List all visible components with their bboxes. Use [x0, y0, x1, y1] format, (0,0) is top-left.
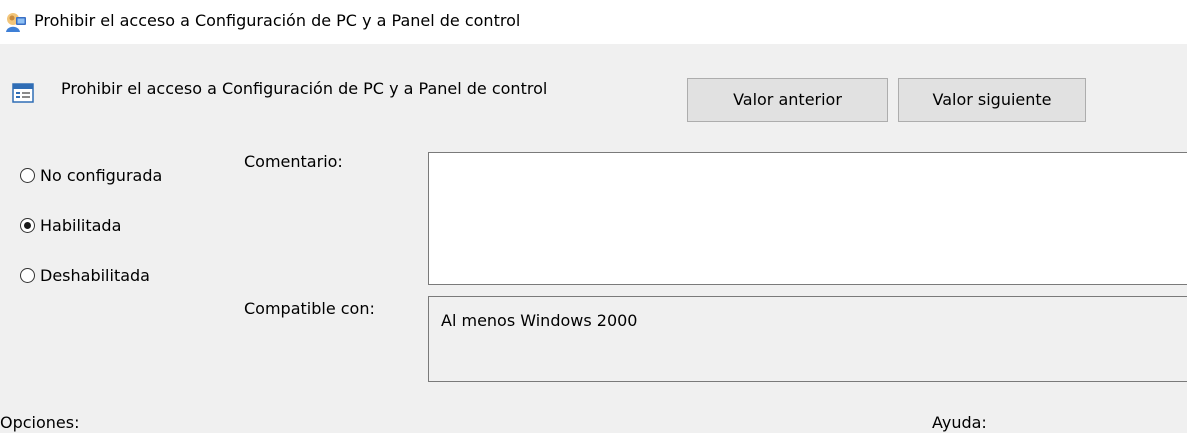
radio-label: Deshabilitada: [40, 265, 150, 285]
compatibility-value: Al menos Windows 2000: [441, 311, 638, 330]
radio-enabled[interactable]: Habilitada: [20, 213, 121, 237]
group-policy-editor-icon: [6, 13, 26, 32]
help-label: Ayuda:: [932, 413, 987, 432]
radio-disabled[interactable]: Deshabilitada: [20, 263, 150, 287]
next-setting-button[interactable]: Valor siguiente: [898, 78, 1086, 122]
window-title: Prohibir el acceso a Configuración de PC…: [34, 11, 521, 30]
compatibility-label: Compatible con:: [244, 299, 375, 318]
title-bar: Prohibir el acceso a Configuración de PC…: [0, 0, 1187, 44]
comment-label: Comentario:: [244, 152, 343, 171]
policy-name: Prohibir el acceso a Configuración de PC…: [61, 79, 548, 98]
radio-label: No configurada: [40, 165, 163, 185]
radio-circle[interactable]: [20, 217, 35, 233]
options-label: Opciones:: [0, 413, 80, 432]
previous-setting-button[interactable]: Valor anterior: [687, 78, 888, 122]
radio-not-configured[interactable]: No configurada: [20, 163, 162, 187]
radio-circle[interactable]: [20, 167, 35, 183]
compatibility-field: Al menos Windows 2000: [428, 296, 1187, 382]
radio-circle[interactable]: [20, 267, 35, 283]
policy-setting-icon: [12, 83, 34, 103]
comment-field[interactable]: [428, 152, 1187, 285]
radio-label: Habilitada: [40, 215, 122, 235]
